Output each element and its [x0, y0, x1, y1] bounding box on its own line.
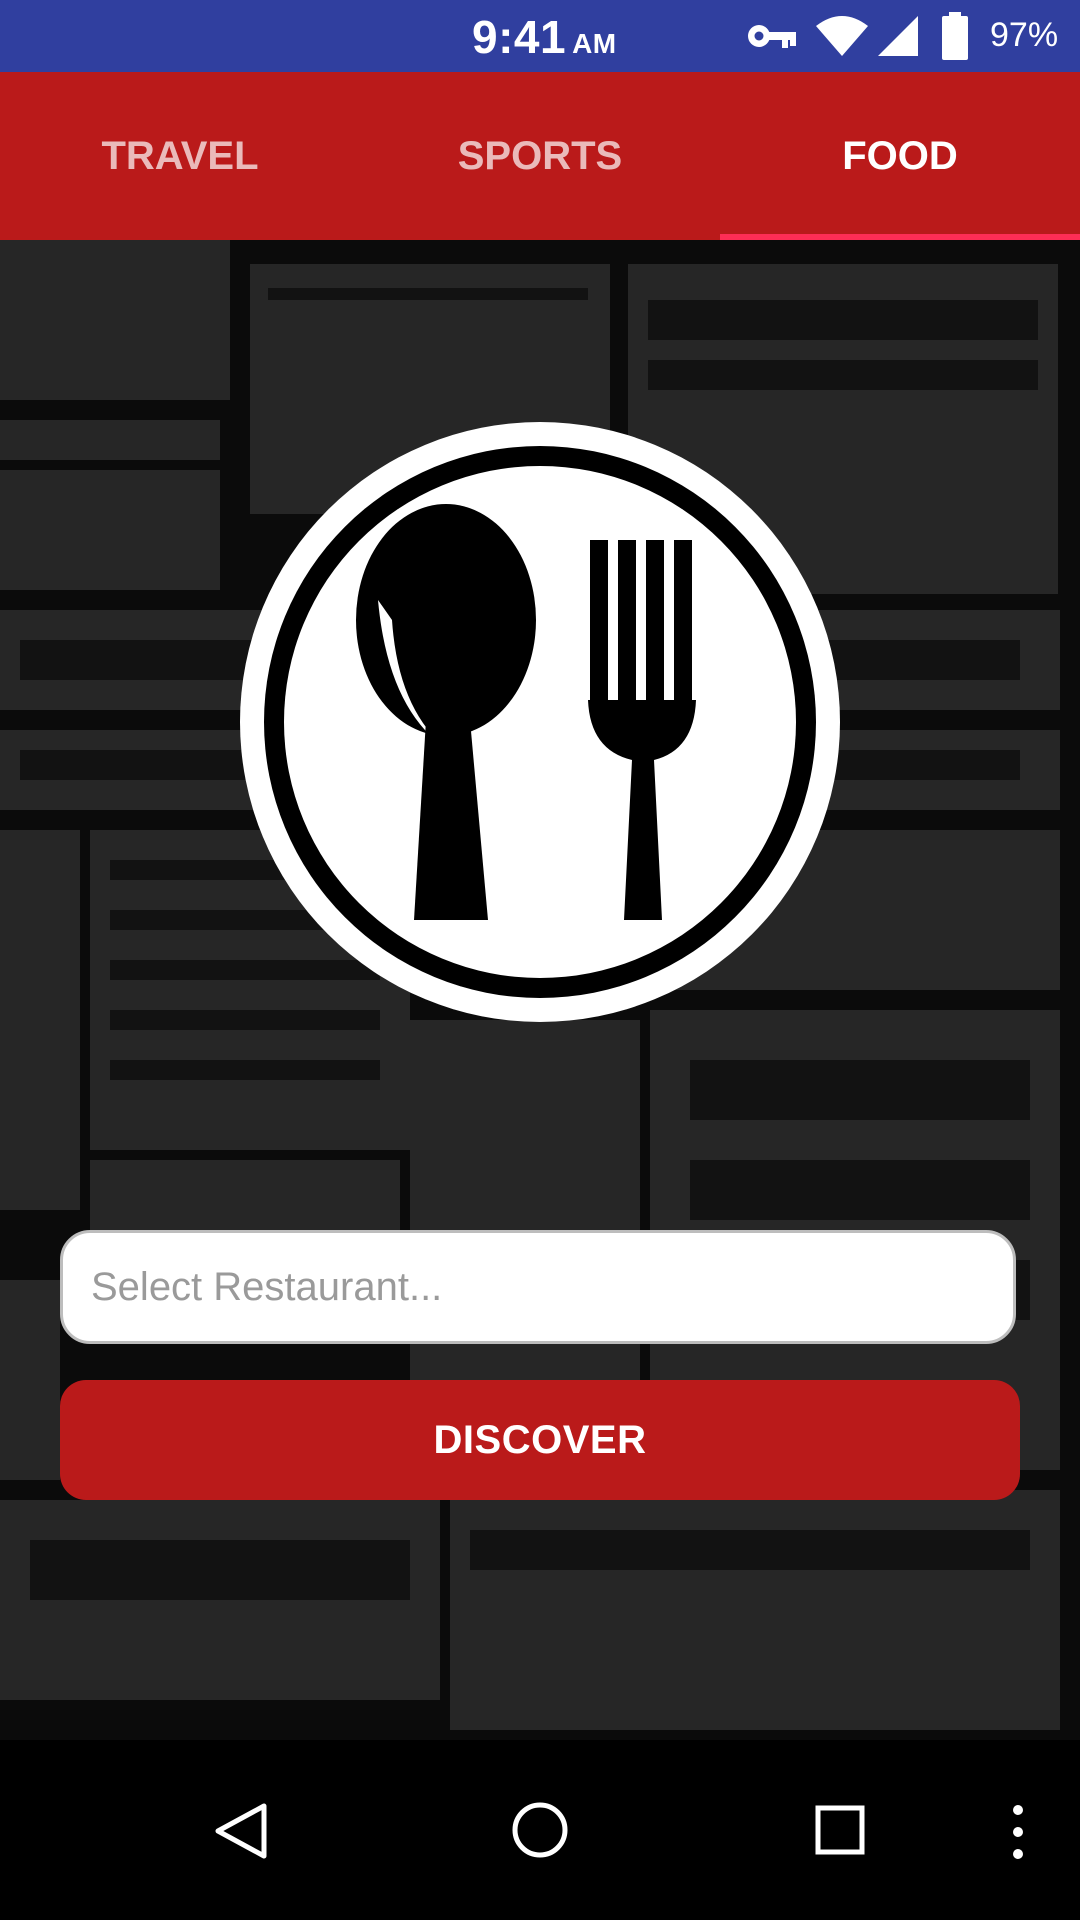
tab-bar: TRAVEL SPORTS FOOD — [0, 72, 1080, 240]
tab-sports[interactable]: SPORTS — [360, 72, 720, 240]
restaurant-select[interactable]: Select Restaurant... — [60, 1230, 1016, 1344]
tab-travel-label: TRAVEL — [101, 133, 259, 178]
status-bar: 9:41 AM 97% — [0, 0, 1080, 72]
discover-button-label: DISCOVER — [433, 1417, 647, 1462]
wifi-icon — [816, 16, 868, 56]
main-content: Select Restaurant... DISCOVER — [0, 240, 1080, 1740]
spoon-fork-plate-icon — [240, 422, 840, 1022]
battery-icon — [942, 12, 968, 60]
status-time: 9:41 AM — [472, 11, 617, 63]
discover-button[interactable]: DISCOVER — [60, 1380, 1020, 1500]
tab-travel[interactable]: TRAVEL — [0, 72, 360, 240]
tab-food-label: FOOD — [842, 133, 958, 178]
more-icon[interactable] — [1006, 1802, 1030, 1862]
tab-food[interactable]: FOOD — [720, 72, 1080, 240]
battery-percent: 97% — [990, 16, 1059, 54]
recents-icon[interactable] — [814, 1804, 866, 1856]
navigation-bar — [0, 1740, 1080, 1920]
vpn-key-icon — [748, 25, 796, 48]
back-icon[interactable] — [212, 1802, 270, 1860]
restaurant-select-placeholder: Select Restaurant... — [91, 1264, 443, 1309]
home-icon[interactable] — [510, 1800, 570, 1860]
tab-sports-label: SPORTS — [457, 133, 623, 178]
signal-icon — [878, 16, 918, 56]
